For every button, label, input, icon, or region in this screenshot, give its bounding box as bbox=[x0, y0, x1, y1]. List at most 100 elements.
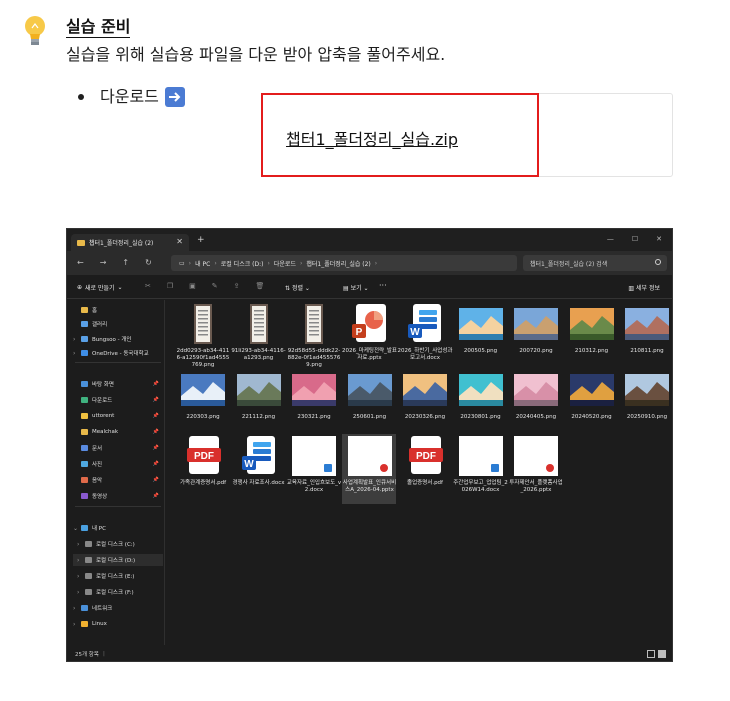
sidebar-item[interactable]: › Linux bbox=[73, 618, 163, 630]
file-tile[interactable]: 200505.png bbox=[453, 302, 507, 372]
rename-icon[interactable]: ✎ bbox=[212, 282, 218, 290]
close-icon[interactable]: ✕ bbox=[176, 237, 183, 246]
copy-icon[interactable]: ❐ bbox=[167, 282, 173, 290]
new-button[interactable]: ⊕ 새로 만들기 ⌄ bbox=[77, 283, 123, 292]
file-tile[interactable]: 230321.png bbox=[286, 368, 340, 438]
chevron-icon[interactable]: ⌄ bbox=[73, 525, 81, 532]
sidebar-item-label: OneDrive - 동국대학교 bbox=[92, 351, 149, 357]
file-tile[interactable]: 200720.png bbox=[508, 302, 562, 372]
sidebar-item[interactable]: 음악 📌 bbox=[73, 474, 163, 486]
file-tile[interactable]: 20250910.png bbox=[619, 368, 672, 438]
tiles-view-icon[interactable] bbox=[658, 650, 666, 658]
sidebar-item[interactable]: › 로컬 디스크 (D:) bbox=[73, 554, 163, 566]
file-tile[interactable]: 2dd0293-ab34-4116-a12590f1ad4555769.png bbox=[175, 302, 229, 372]
pin-icon[interactable]: 📌 bbox=[153, 397, 159, 403]
file-tile[interactable]: 사업계획발표_인큐서비스A_2026-04.pptx bbox=[341, 434, 396, 504]
sidebar-item[interactable]: › 로컬 디스크 (F:) bbox=[73, 586, 163, 598]
sidebar-item[interactable]: › 네트워크 bbox=[73, 602, 163, 614]
receipt-thumbnail bbox=[237, 304, 281, 344]
chevron-icon[interactable]: › bbox=[73, 621, 81, 628]
file-tile[interactable]: 20240405.png bbox=[508, 368, 562, 438]
sort-button[interactable]: ⇅ 정렬 ⌄ bbox=[285, 283, 310, 292]
up-icon[interactable]: ↑ bbox=[122, 258, 129, 267]
file-tile[interactable]: 교육자료_인입흐보도_v2.docx bbox=[286, 434, 341, 504]
sidebar-item[interactable]: › 로컬 디스크 (C:) bbox=[73, 538, 163, 550]
photo-thumbnail bbox=[569, 370, 614, 410]
sidebar-item[interactable]: uttorent 📌 bbox=[73, 410, 163, 422]
details-view-icon[interactable] bbox=[647, 650, 655, 658]
explorer-tab[interactable]: 챕터1_폴더정리_실습 (2) ✕ bbox=[71, 234, 189, 251]
chevron-icon[interactable]: › bbox=[73, 350, 81, 357]
file-name: 92d58d55-dddk22-882e-0f1ad4555769.png bbox=[287, 348, 341, 368]
pin-icon[interactable]: 📌 bbox=[153, 381, 159, 387]
close-window-icon[interactable]: ✕ bbox=[656, 235, 662, 243]
pin-icon[interactable]: 📌 bbox=[153, 445, 159, 451]
sidebar-item[interactable]: 다운로드 📌 bbox=[73, 394, 163, 406]
forward-icon[interactable]: → bbox=[100, 258, 107, 267]
chevron-icon[interactable]: › bbox=[73, 605, 81, 612]
file-tile[interactable]: 210811.png bbox=[619, 302, 672, 372]
file-tile[interactable]: 주간업무보고_업업팀_2026W14.docx bbox=[453, 434, 508, 504]
cut-icon[interactable]: ✂ bbox=[145, 282, 151, 290]
file-tile[interactable]: 20230801.png bbox=[453, 368, 507, 438]
file-tile[interactable]: PDF 가족관계증명서.pdf bbox=[175, 434, 229, 504]
file-tile[interactable]: 250601.png bbox=[342, 368, 396, 438]
zip-download-link[interactable]: 챕터1_폴더정리_실습.zip bbox=[286, 126, 458, 150]
details-button[interactable]: ▥ 세부 정보 bbox=[628, 283, 660, 292]
breadcrumb-item[interactable]: 내 PC bbox=[195, 259, 210, 268]
file-tile[interactable]: W 경쟁사 자료조사.docx bbox=[231, 434, 285, 504]
sidebar-item[interactable]: 갤러리 bbox=[73, 318, 163, 330]
sidebar-item[interactable]: Mealchak 📌 bbox=[73, 426, 163, 438]
file-tile[interactable]: 221112.png bbox=[231, 368, 285, 438]
address-bar[interactable]: ▭ › 내 PC › 로컬 디스크 (D:) › 다운로드 › 챕터1_폴더정리… bbox=[171, 255, 517, 271]
chevron-icon[interactable]: › bbox=[77, 557, 85, 564]
file-tile[interactable]: 220303.png bbox=[175, 368, 229, 438]
breadcrumb-item[interactable]: 다운로드 bbox=[274, 259, 296, 268]
file-tile[interactable]: 투자제안서_플랫폼사업_2026.pptx bbox=[508, 434, 563, 504]
new-tab-icon[interactable]: + bbox=[197, 235, 205, 245]
minimize-icon[interactable]: — bbox=[607, 235, 614, 243]
more-button[interactable]: ··· bbox=[379, 281, 387, 290]
file-tile[interactable]: PDF 졸업증명서.pdf bbox=[397, 434, 451, 504]
maximize-icon[interactable]: ☐ bbox=[632, 235, 638, 243]
sidebar-item[interactable]: › OneDrive - 동국대학교 bbox=[73, 347, 163, 359]
breadcrumb-item[interactable]: 챕터1_폴더정리_실습 (2) bbox=[306, 259, 370, 268]
sidebar-item[interactable]: › Bungsoo - 개인 bbox=[73, 333, 163, 345]
file-tile[interactable]: 92d58d55-dddk22-882e-0f1ad4555769.png bbox=[286, 302, 340, 372]
file-tile[interactable]: 20230326.png bbox=[397, 368, 451, 438]
chevron-icon[interactable]: › bbox=[77, 541, 85, 548]
file-tile[interactable]: 91li293-ab34-4116-a1293.png bbox=[231, 302, 286, 372]
view-button[interactable]: ▤ 보기 ⌄ bbox=[343, 283, 369, 292]
share-icon[interactable]: ⇪ bbox=[234, 282, 240, 290]
back-icon[interactable]: ← bbox=[77, 258, 84, 267]
chevron-icon[interactable]: › bbox=[77, 589, 85, 596]
paste-icon[interactable]: ▣ bbox=[189, 282, 196, 290]
file-tile[interactable]: 210312.png bbox=[564, 302, 618, 372]
cloud-icon bbox=[81, 336, 88, 342]
file-tile[interactable]: W 2026_하반기_사업성과보고서.docx bbox=[397, 302, 452, 372]
file-tile[interactable]: 20240520.png bbox=[564, 368, 618, 438]
search-box[interactable]: 챕터1_폴더정리_실습 (2) 검색 bbox=[523, 255, 667, 271]
sidebar-item[interactable]: 문서 📌 bbox=[73, 442, 163, 454]
sidebar-item-label: 동영상 bbox=[92, 494, 108, 500]
sidebar-item[interactable]: › 로컬 디스크 (E:) bbox=[73, 570, 163, 582]
sidebar-item[interactable]: 동영상 📌 bbox=[73, 490, 163, 502]
file-tile[interactable]: P 2026_마케팅전략_발표자료.pptx bbox=[342, 302, 397, 372]
item-count: 25개 항목 bbox=[75, 652, 99, 658]
pin-icon[interactable]: 📌 bbox=[153, 429, 159, 435]
pin-icon[interactable]: 📌 bbox=[153, 413, 159, 419]
sidebar-item-label: 사진 bbox=[92, 462, 103, 468]
sidebar-item[interactable]: 바탕 화면 📌 bbox=[73, 378, 163, 390]
chevron-icon[interactable]: › bbox=[73, 336, 81, 343]
sidebar-item[interactable]: 홈 bbox=[73, 304, 163, 316]
refresh-icon[interactable]: ↻ bbox=[145, 258, 152, 267]
sidebar-item[interactable]: 사진 📌 bbox=[73, 458, 163, 470]
file-name: 경쟁사 자료조사.docx bbox=[232, 480, 285, 486]
sidebar-item[interactable]: ⌄ 내 PC bbox=[73, 522, 163, 534]
pin-icon[interactable]: 📌 bbox=[153, 461, 159, 467]
delete-icon[interactable]: 🗑 bbox=[256, 282, 265, 290]
pin-icon[interactable]: 📌 bbox=[153, 477, 159, 483]
pin-icon[interactable]: 📌 bbox=[153, 493, 159, 499]
chevron-icon[interactable]: › bbox=[77, 573, 85, 580]
breadcrumb-item[interactable]: 로컬 디스크 (D:) bbox=[221, 259, 264, 268]
